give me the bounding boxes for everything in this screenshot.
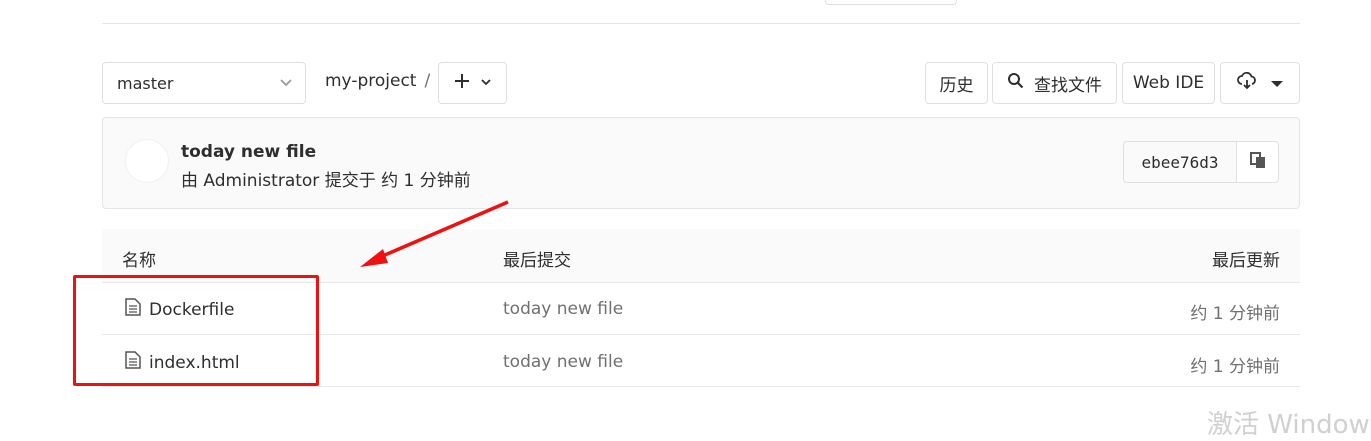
top-button-edge: [825, 0, 957, 5]
breadcrumb: my-project /: [325, 71, 430, 91]
add-dropdown-button[interactable]: [438, 62, 507, 104]
search-icon: [1007, 72, 1024, 94]
caret-down-icon: [1271, 73, 1283, 93]
chevron-down-icon: [279, 74, 293, 93]
clone-dropdown-button[interactable]: [1220, 62, 1300, 104]
file-last-update: 约 1 分钟前: [1190, 357, 1280, 377]
file-last-commit-message[interactable]: today new file: [503, 299, 623, 319]
column-header-last-update: 最后更新: [1212, 251, 1280, 271]
copy-sha-button[interactable]: [1237, 142, 1278, 182]
column-header-name: 名称: [122, 251, 156, 271]
chevron-down-icon: [480, 73, 492, 93]
cloud-download-icon: [1237, 71, 1257, 95]
avatar[interactable]: [125, 139, 169, 183]
web-ide-label: Web IDE: [1132, 73, 1205, 93]
find-file-label: 查找文件: [1034, 75, 1102, 96]
file-last-update: 约 1 分钟前: [1190, 304, 1280, 324]
commit-title[interactable]: today new file: [181, 142, 316, 162]
history-button-label: 历史: [939, 75, 974, 96]
annotation-arrow: [360, 200, 509, 267]
commit-author-line: 由 Administrator 提交于 约 1 分钟前: [181, 171, 471, 191]
breadcrumb-project[interactable]: my-project: [325, 71, 416, 91]
header-divider: [102, 23, 1300, 24]
web-ide-button[interactable]: Web IDE: [1122, 62, 1215, 104]
highlight-box: [73, 275, 319, 386]
branch-select[interactable]: master: [102, 62, 306, 104]
commit-sha-group: ebee76d3: [1123, 141, 1279, 183]
breadcrumb-separator: /: [424, 71, 431, 91]
commit-sha[interactable]: ebee76d3: [1124, 142, 1237, 182]
activation-watermark: 激活 Windows: [1207, 410, 1371, 440]
clipboard-icon: [1249, 151, 1267, 173]
find-file-button[interactable]: 查找文件: [992, 62, 1117, 104]
branch-label: master: [117, 73, 174, 93]
last-commit-panel: [102, 117, 1300, 209]
history-button[interactable]: 历史: [925, 62, 988, 104]
file-last-commit-message[interactable]: today new file: [503, 352, 623, 372]
plus-icon: [454, 73, 470, 94]
